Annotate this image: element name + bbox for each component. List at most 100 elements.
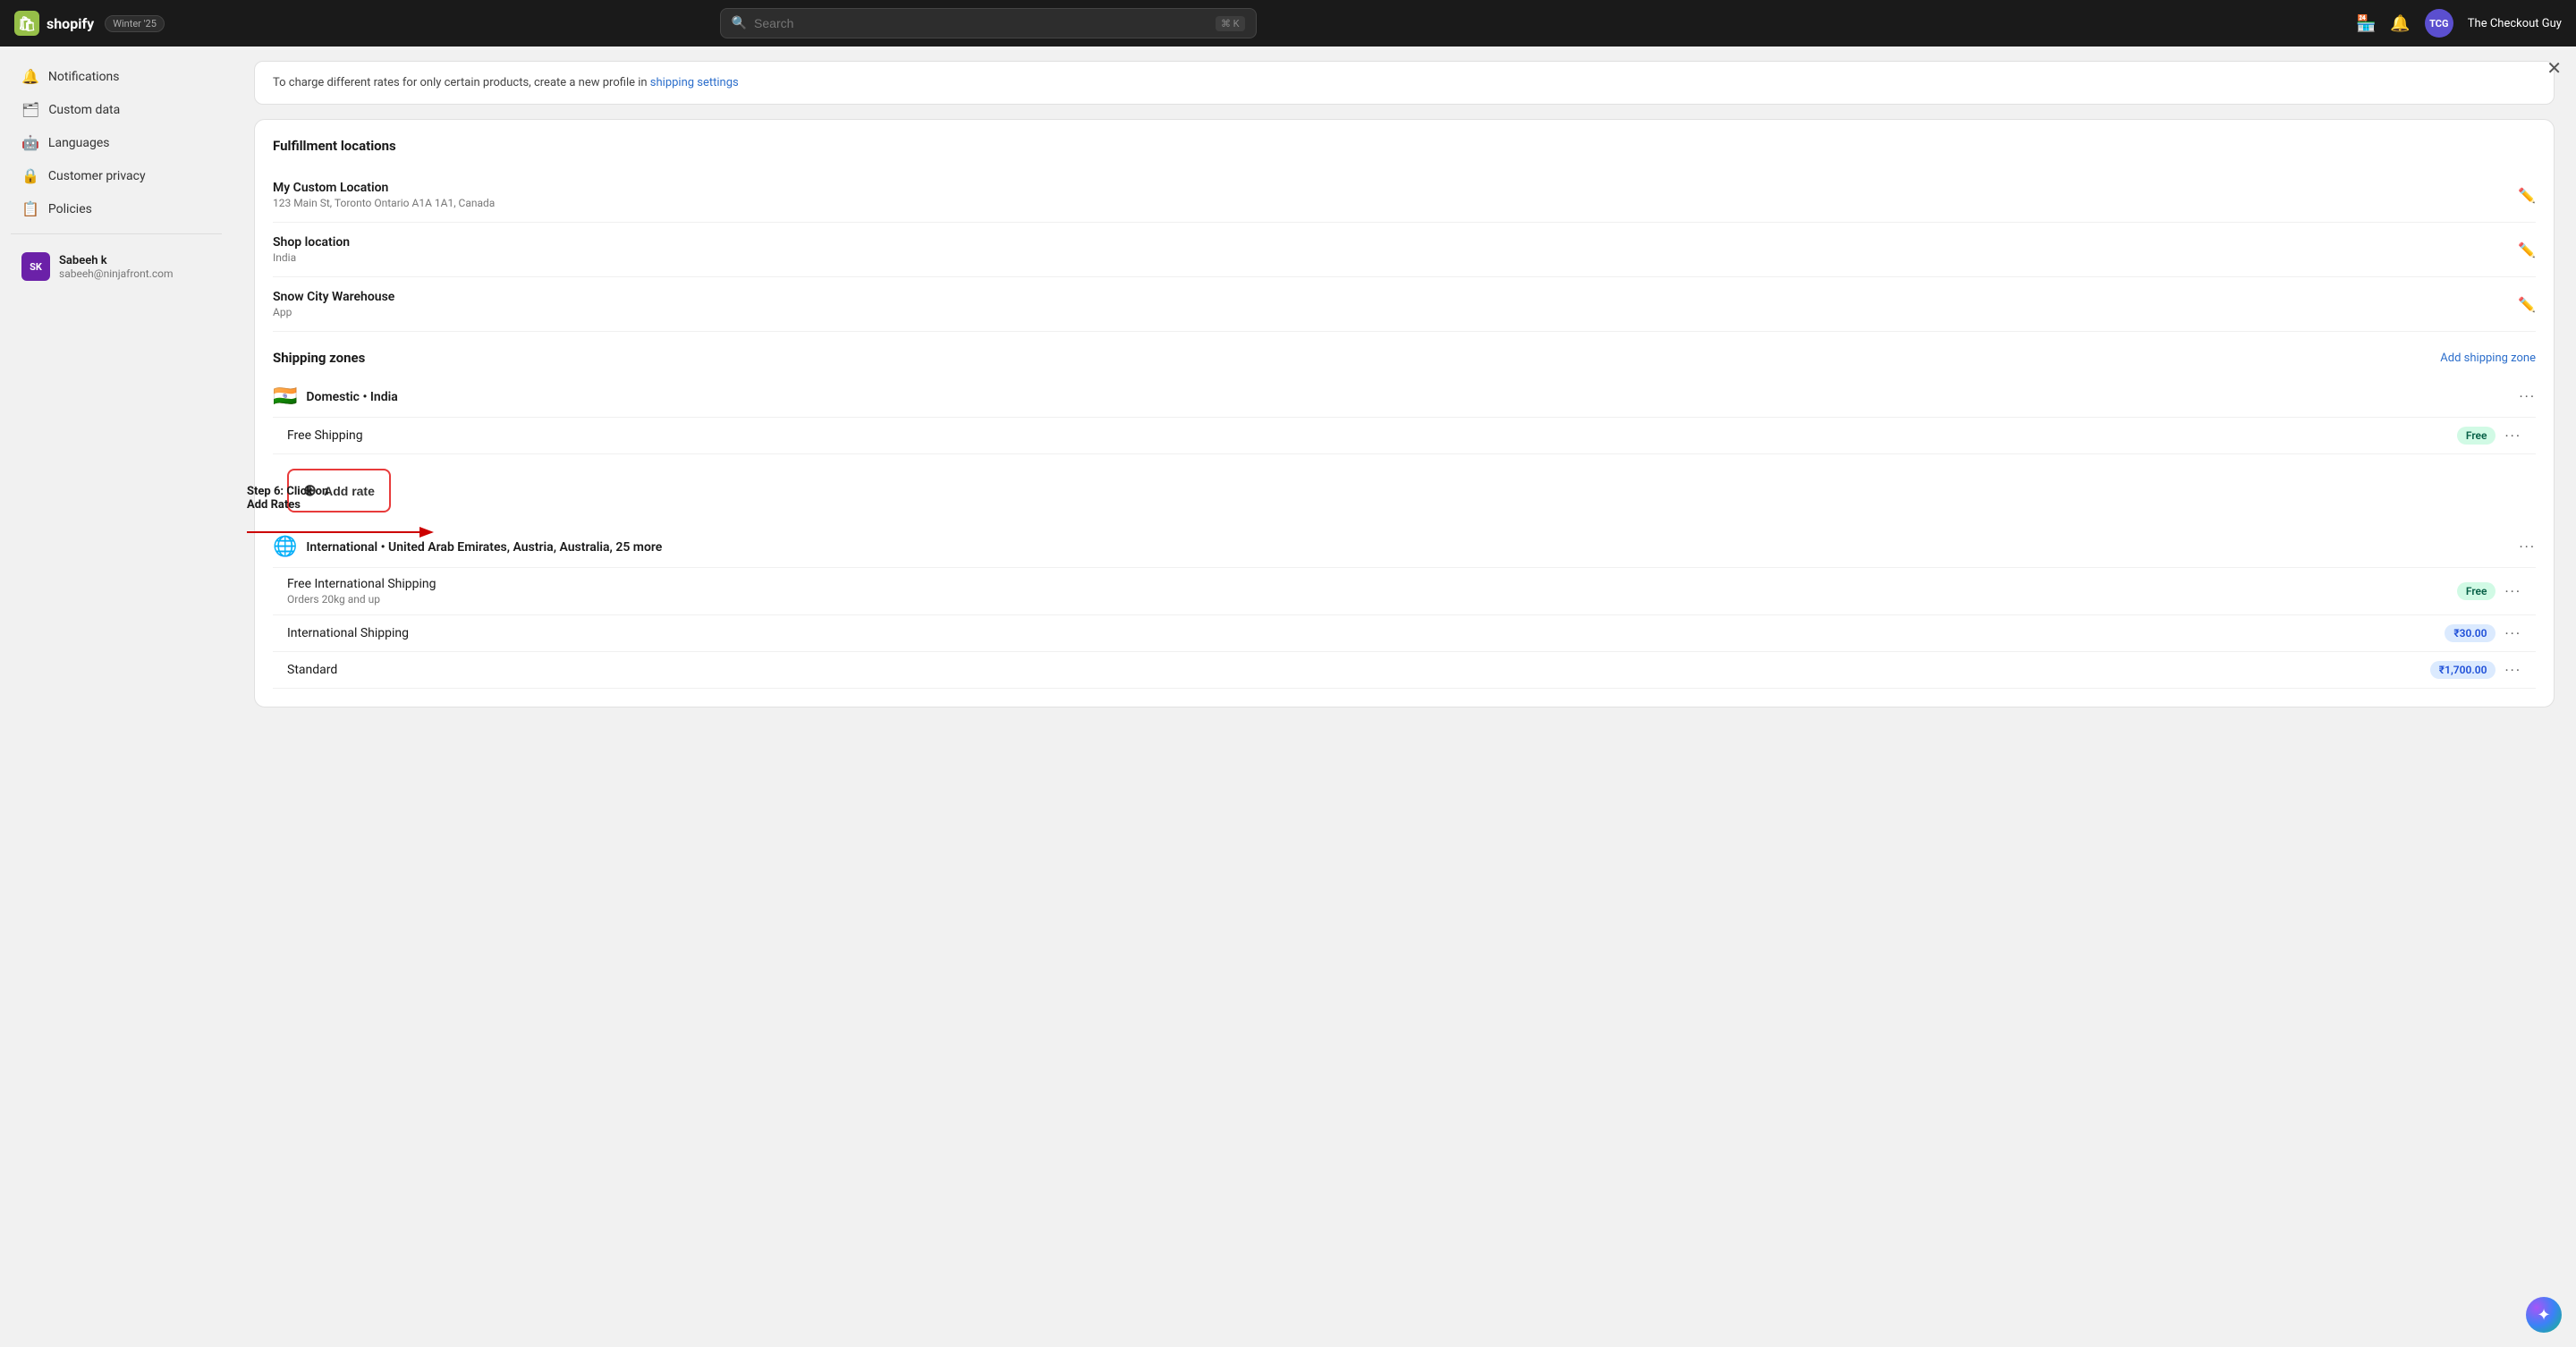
zone-more-button[interactable]: ··· <box>2519 538 2536 555</box>
sidebar-item-label: Languages <box>48 136 110 150</box>
sidebar-user[interactable]: SK Sabeeh k sabeeh@ninjafront.com <box>11 243 222 290</box>
add-rate-button[interactable]: ⊕ Add rate <box>287 469 391 513</box>
location-type: App <box>273 306 394 318</box>
lock-icon: 🔒 <box>21 167 39 184</box>
sidebar-user-avatar: SK <box>21 252 50 281</box>
sidebar-user-name: Sabeeh k <box>59 254 173 267</box>
rate-right: Free ··· <box>2457 427 2521 445</box>
search-bar[interactable]: 🔍 ⌘ K <box>720 8 1257 38</box>
location-name: My Custom Location <box>273 181 495 195</box>
rate-right: ₹1,700.00 ··· <box>2430 661 2521 679</box>
rate-more-button[interactable]: ··· <box>2504 583 2521 600</box>
shipping-zones-title: Shipping zones <box>273 350 365 366</box>
location-item: Snow City Warehouse App ✏️ <box>273 277 2536 332</box>
rate-row: Standard ₹1,700.00 ··· <box>273 652 2536 689</box>
free-badge: Free <box>2457 582 2496 600</box>
sidebar-item-label: Notifications <box>48 70 120 84</box>
fulfillment-title: Fulfillment locations <box>273 138 2536 154</box>
custom-data-icon: 🗂 <box>21 101 39 118</box>
bell-icon: 🔔 <box>21 68 39 85</box>
rate-right: ₹30.00 ··· <box>2445 624 2521 642</box>
app-layout: 🔔 Notifications 🗂 Custom data 🤖 Language… <box>0 47 2576 1347</box>
decoration-icon: ✦ <box>2537 1306 2550 1325</box>
sidebar-user-info: Sabeeh k sabeeh@ninjafront.com <box>59 254 173 280</box>
top-notice: To charge different rates for only certa… <box>254 61 2555 105</box>
rate-name: Free Shipping <box>287 428 363 443</box>
add-rate-label: Add rate <box>324 484 375 498</box>
winter-badge: Winter '25 <box>105 15 165 32</box>
location-details: Snow City Warehouse App <box>273 290 394 318</box>
add-shipping-zone-link[interactable]: Add shipping zone <box>2440 352 2536 365</box>
sidebar-item-label: Policies <box>48 202 92 216</box>
search-input[interactable] <box>754 16 1208 30</box>
location-item: My Custom Location 123 Main St, Toronto … <box>273 168 2536 223</box>
rate-details: Free International Shipping Orders 20kg … <box>287 577 436 606</box>
user-avatar[interactable]: TCG <box>2425 9 2453 38</box>
shipping-settings-link[interactable]: shipping settings <box>650 76 739 89</box>
notification-bell-icon[interactable]: 🔔 <box>2390 14 2410 33</box>
location-details: My Custom Location 123 Main St, Toronto … <box>273 181 495 209</box>
bottom-right-decoration[interactable]: ✦ <box>2526 1297 2562 1333</box>
notice-text: To charge different rates for only certa… <box>273 76 650 89</box>
sidebar: 🔔 Notifications 🗂 Custom data 🤖 Language… <box>0 47 233 1347</box>
shopify-wordmark: shopify <box>47 15 94 32</box>
rate-row: Free International Shipping Orders 20kg … <box>273 568 2536 615</box>
sidebar-item-policies[interactable]: 📋 Policies <box>11 193 222 224</box>
zone-name: International • United Arab Emirates, Au… <box>306 540 662 555</box>
store-icon[interactable]: 🏪 <box>2356 14 2376 33</box>
location-country: India <box>273 251 350 264</box>
shipping-zones-header: Shipping zones Add shipping zone <box>273 350 2536 366</box>
location-details: Shop location India <box>273 235 350 264</box>
rate-more-button[interactable]: ··· <box>2504 428 2521 445</box>
sidebar-divider <box>11 233 222 234</box>
price-badge: ₹30.00 <box>2445 624 2496 642</box>
rate-right: Free ··· <box>2457 582 2521 600</box>
sidebar-item-languages[interactable]: 🤖 Languages <box>11 127 222 158</box>
zone-row-domestic: 🇮🇳 Domestic • India ··· <box>273 377 2536 418</box>
rate-row: Free Shipping Free ··· <box>273 418 2536 454</box>
location-address: 123 Main St, Toronto Ontario A1A 1A1, Ca… <box>273 197 495 209</box>
india-flag-icon: 🇮🇳 <box>273 385 297 408</box>
languages-icon: 🤖 <box>21 134 39 151</box>
edit-location-icon[interactable]: ✏️ <box>2518 241 2536 258</box>
search-icon: 🔍 <box>732 16 747 30</box>
zone-left: 🇮🇳 Domestic • India <box>273 385 398 408</box>
rate-name: International Shipping <box>287 626 409 640</box>
shopify-bag-icon: 🛍 <box>14 11 39 36</box>
zone-row-international: 🌐 International • United Arab Emirates, … <box>273 527 2536 568</box>
shopify-logo: 🛍 shopify <box>14 11 94 36</box>
sidebar-item-label: Customer privacy <box>48 169 146 183</box>
policies-icon: 📋 <box>21 200 39 217</box>
user-display-name: The Checkout Guy <box>2468 17 2562 30</box>
top-navigation: 🛍 shopify Winter '25 🔍 ⌘ K 🏪 🔔 TCG The C… <box>0 0 2576 47</box>
sidebar-item-label: Custom data <box>48 103 120 117</box>
main-content: ✕ To charge different rates for only cer… <box>233 47 2576 1347</box>
add-rate-container: ⊕ Add rate <box>273 454 2536 527</box>
zone-more-button[interactable]: ··· <box>2519 388 2536 405</box>
edit-location-icon[interactable]: ✏️ <box>2518 187 2536 204</box>
edit-location-icon[interactable]: ✏️ <box>2518 296 2536 313</box>
zone-left: 🌐 International • United Arab Emirates, … <box>273 536 662 558</box>
nav-right: 🏪 🔔 TCG The Checkout Guy <box>2356 9 2562 38</box>
sidebar-item-custom-data[interactable]: 🗂 Custom data <box>11 94 222 125</box>
rate-row: International Shipping ₹30.00 ··· <box>273 615 2536 652</box>
zone-name: Domestic • India <box>306 390 397 404</box>
price-badge: ₹1,700.00 <box>2430 661 2496 679</box>
location-item: Shop location India ✏️ <box>273 223 2536 277</box>
rate-more-button[interactable]: ··· <box>2504 662 2521 679</box>
globe-icon: 🌐 <box>273 536 297 558</box>
free-badge: Free <box>2457 427 2496 445</box>
rate-name: Standard <box>287 663 337 677</box>
sidebar-item-customer-privacy[interactable]: 🔒 Customer privacy <box>11 160 222 191</box>
rate-more-button[interactable]: ··· <box>2504 625 2521 642</box>
sidebar-item-notifications[interactable]: 🔔 Notifications <box>11 61 222 92</box>
rate-name: Free International Shipping <box>287 577 436 591</box>
close-button[interactable]: ✕ <box>2546 57 2562 80</box>
main-panel: Fulfillment locations My Custom Location… <box>254 119 2555 707</box>
location-name: Shop location <box>273 235 350 250</box>
location-name: Snow City Warehouse <box>273 290 394 304</box>
sidebar-user-email: sabeeh@ninjafront.com <box>59 267 173 280</box>
rate-sub: Orders 20kg and up <box>287 593 436 606</box>
plus-circle-icon: ⊕ <box>303 481 317 500</box>
search-shortcut: ⌘ K <box>1216 16 1245 31</box>
